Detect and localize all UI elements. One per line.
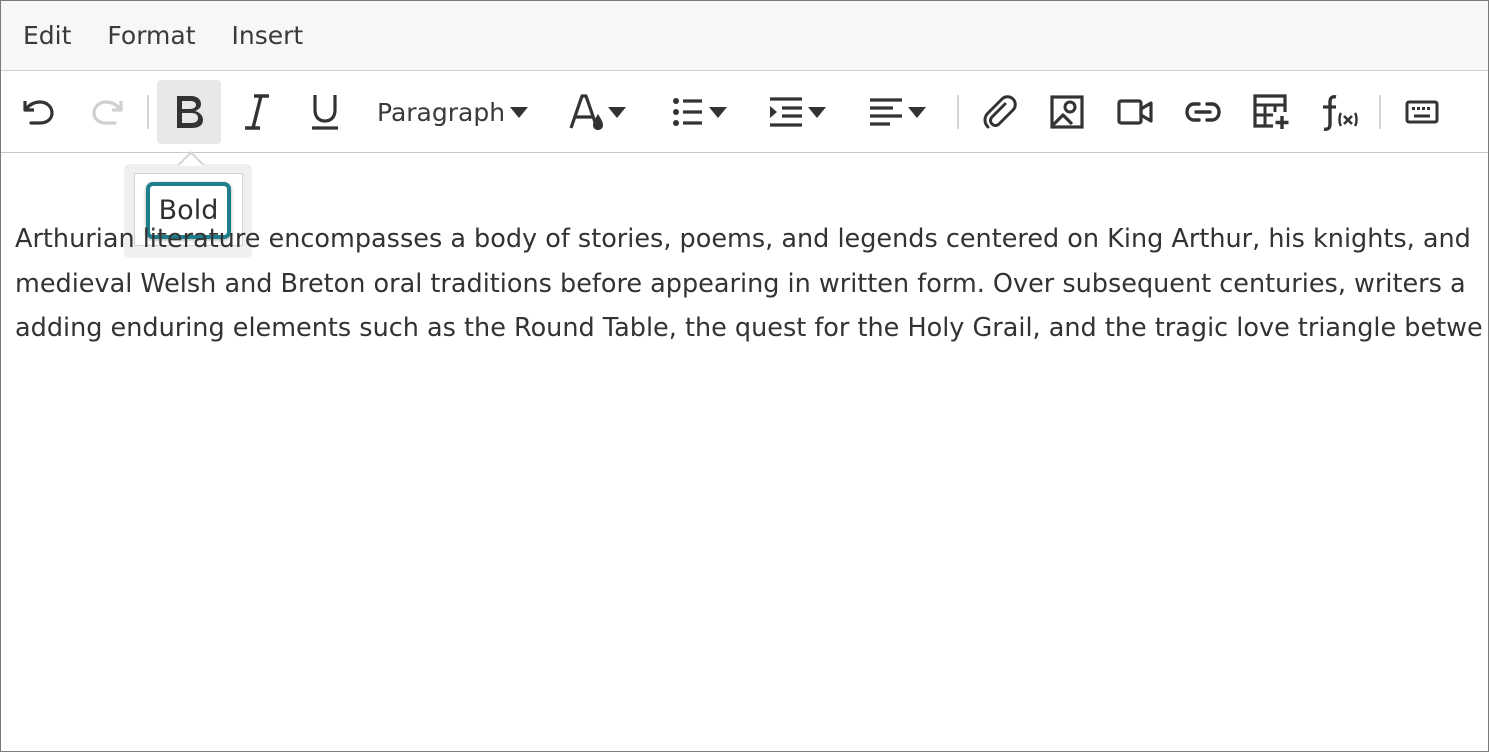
table-icon	[1253, 94, 1289, 129]
underline-icon	[312, 95, 338, 130]
paperclip-icon	[983, 95, 1017, 129]
bold-button[interactable]	[157, 80, 221, 144]
menu-insert[interactable]: Insert	[214, 1, 322, 71]
content-line: medieval Welsh and Breton oral tradition…	[15, 268, 1466, 299]
undo-icon	[23, 100, 54, 125]
insert-image-button[interactable]	[1039, 80, 1095, 144]
text-color-icon	[569, 94, 603, 130]
indent-dropdown[interactable]	[763, 80, 833, 144]
chevron-down-icon	[608, 107, 626, 118]
insert-link-button[interactable]	[1175, 80, 1231, 144]
align-dropdown[interactable]	[863, 80, 933, 144]
chevron-down-icon	[709, 107, 727, 118]
menu-format[interactable]: Format	[89, 1, 213, 71]
redo-button[interactable]	[79, 80, 135, 144]
indent-icon	[770, 97, 802, 127]
chevron-down-icon	[510, 107, 529, 118]
formula-icon	[1323, 95, 1358, 131]
toolbar-separator	[147, 95, 149, 129]
menubar: Edit Format Insert	[1, 1, 1488, 71]
underline-button[interactable]	[297, 80, 353, 144]
block-format-dropdown[interactable]: Paragraph	[369, 80, 533, 144]
keyboard-icon	[1405, 100, 1439, 124]
insert-formula-button[interactable]	[1311, 80, 1367, 144]
insert-video-button[interactable]	[1107, 80, 1163, 144]
italic-icon	[245, 94, 269, 130]
redo-icon	[92, 100, 123, 125]
toolbar-separator	[957, 95, 959, 129]
toolbar: Paragraph	[1, 72, 1488, 153]
toolbar-separator	[1379, 95, 1381, 129]
italic-button[interactable]	[229, 80, 285, 144]
image-icon	[1050, 95, 1084, 129]
bold-icon	[177, 96, 203, 128]
content-line: Arthurian literature encompasses a body …	[15, 224, 1471, 254]
bullet-list-dropdown[interactable]	[665, 80, 735, 144]
insert-table-button[interactable]	[1243, 80, 1299, 144]
menu-edit[interactable]: Edit	[5, 1, 89, 71]
attach-file-button[interactable]	[971, 80, 1027, 144]
undo-button[interactable]	[11, 80, 67, 144]
video-icon	[1117, 99, 1153, 125]
editor-content[interactable]: Arthurian literature encompasses a body …	[15, 217, 1488, 351]
block-format-label: Paragraph	[377, 97, 506, 127]
content-line: adding enduring elements such as the Rou…	[15, 313, 1483, 343]
align-left-icon	[870, 98, 902, 126]
rich-text-editor: Edit Format Insert Paragraph Bold Arthur…	[0, 0, 1489, 752]
text-color-dropdown[interactable]	[563, 80, 633, 144]
chevron-down-icon	[908, 107, 926, 118]
keyboard-shortcuts-button[interactable]	[1391, 80, 1453, 144]
tooltip-arrow-inner	[179, 154, 203, 166]
chevron-down-icon	[808, 107, 826, 118]
bullet-list-icon	[673, 98, 702, 126]
link-icon	[1185, 102, 1221, 122]
